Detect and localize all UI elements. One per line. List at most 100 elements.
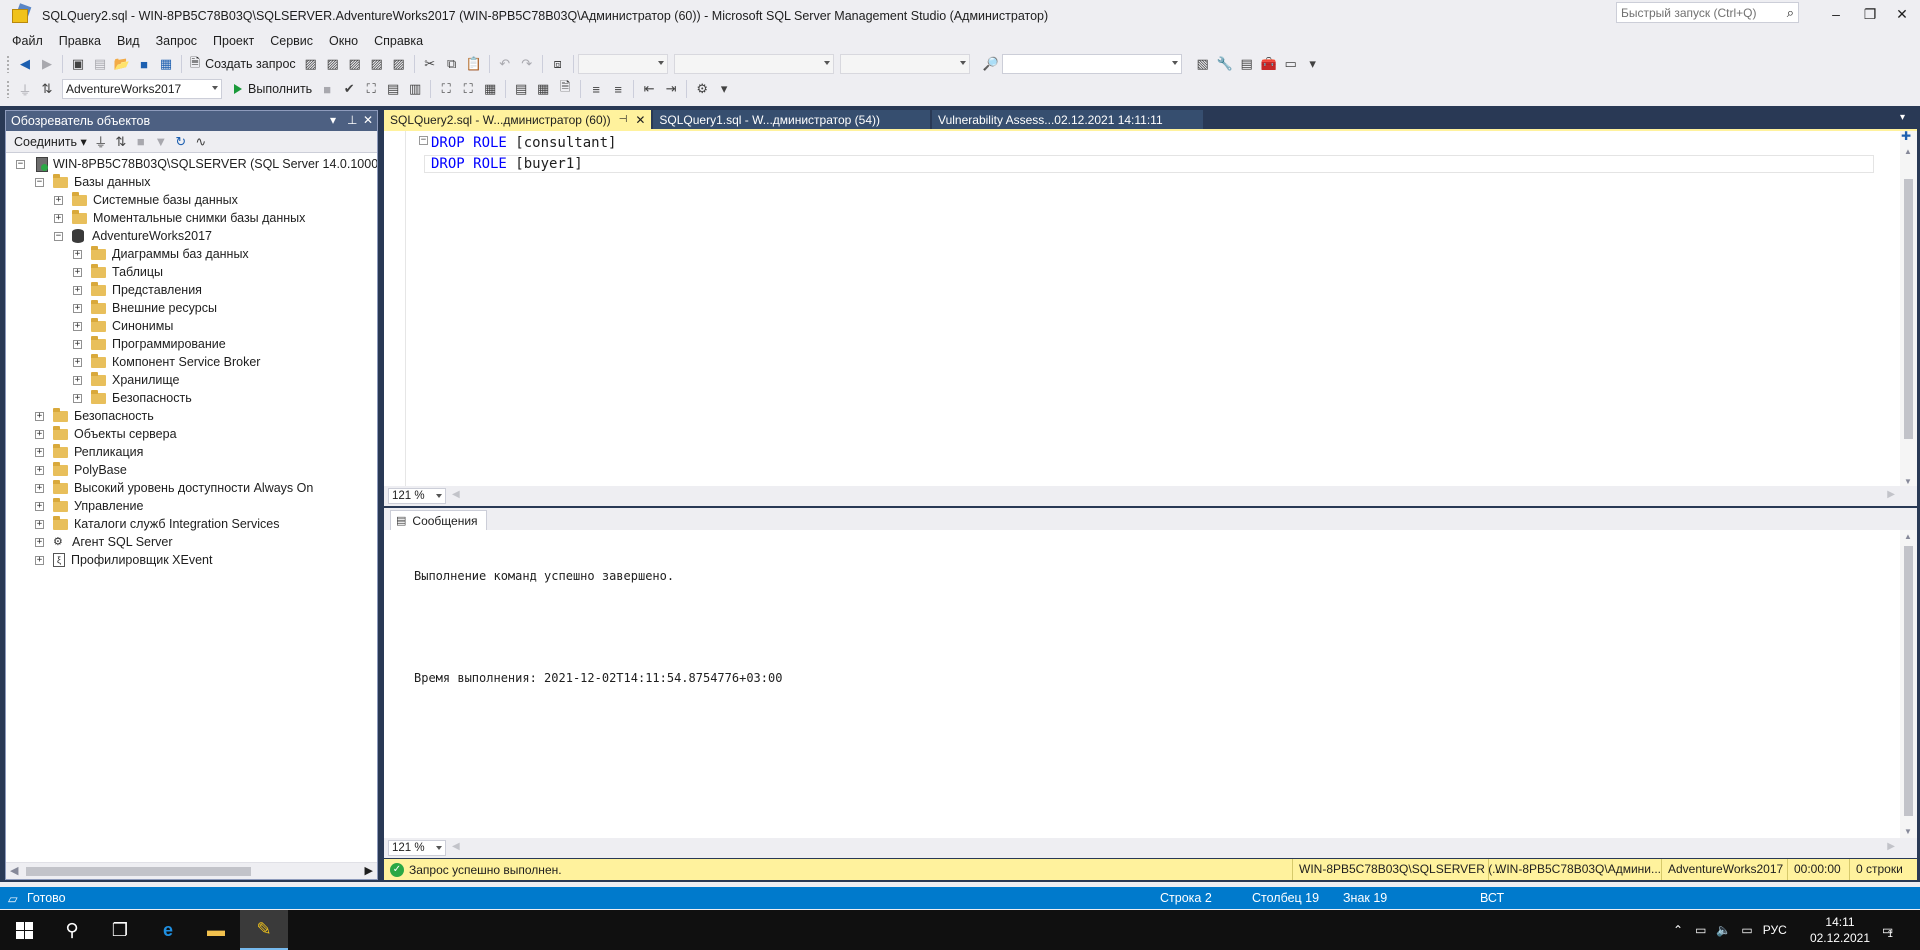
menu-project[interactable]: Проект [205,34,262,48]
database-combo[interactable]: AdventureWorks2017 [62,79,222,99]
expand-icon[interactable]: + [54,195,63,205]
connect-server-icon[interactable]: ⏚ [92,132,110,152]
tree-node[interactable]: − WIN-8PB5C78B03Q\SQLSERVER (SQL Server 1… [16,155,377,173]
clock[interactable]: 14:11 02.12.2021 [1810,914,1870,946]
scroll-up-icon[interactable]: ▲ [1904,532,1912,541]
activity-icon[interactable]: ∿ [192,132,210,152]
decrease-indent-icon[interactable]: ⇤ [639,79,659,99]
tree-node[interactable]: + Синонимы [73,317,173,335]
specify-values-icon[interactable]: ⚙ [692,79,712,99]
tree-node[interactable]: + Программирование [73,335,226,353]
results-scroll-thumb[interactable] [1904,546,1913,816]
start-button[interactable] [0,910,48,950]
expand-icon[interactable]: + [35,411,44,421]
config-combo[interactable] [577,54,668,74]
tree-node[interactable]: + Высокий уровень доступности Always On [35,479,313,497]
properties-icon[interactable]: 🔧 [1215,54,1235,74]
hscroll-left-icon[interactable]: ◀ [452,841,460,852]
ssms-taskbar-icon[interactable]: ✎ [240,910,288,950]
copy-icon[interactable]: ⧉ [442,54,462,74]
results-to-file-icon[interactable]: 🗎 [555,79,575,99]
activity-monitor-icon[interactable]: ⧈ [548,54,568,74]
connect-icon[interactable]: ⏚ [15,79,35,99]
show-hidden-icons-icon[interactable]: ⌃ [1673,923,1683,937]
tree-node[interactable]: + ξ Профилировщик XEvent [35,551,213,569]
toolbar-grip-2[interactable] [6,80,10,98]
menu-help[interactable]: Справка [366,34,431,48]
tree-node[interactable]: + Управление [35,497,144,515]
tree-node[interactable]: + Репликация [35,443,143,461]
close-tab-icon[interactable]: ✕ [635,113,645,127]
file-explorer-icon[interactable]: ▬ [192,910,240,950]
object-explorer-hscrollbar[interactable]: ◀ ▶ [6,862,377,879]
editor-scroll-thumb[interactable] [1904,179,1913,439]
search-icon[interactable]: ⌕ [1787,5,1794,21]
close-window-button[interactable]: ✕ [1888,4,1916,24]
cancel-execution-icon[interactable]: ■ [317,79,337,99]
uncomment-icon[interactable]: ≡ [608,79,628,99]
tree-node[interactable]: − Базы данных [35,173,151,191]
pin-tab-icon[interactable]: ⊣ [619,114,628,125]
tree-node[interactable]: + Безопасность [35,407,154,425]
scroll-thumb[interactable] [26,867,251,876]
save-all-icon[interactable]: ▦ [156,54,176,74]
platform-combo[interactable] [673,54,834,74]
tree-node[interactable]: − AdventureWorks2017 [54,227,212,245]
client-stats-icon[interactable]: ▦ [480,79,500,99]
menu-query[interactable]: Запрос [148,34,205,48]
expand-icon[interactable]: + [73,375,82,385]
solution-combo[interactable] [839,54,970,74]
editor-vscrollbar[interactable]: ✚ ▲ ▼ [1900,129,1917,488]
tree-node[interactable]: + Внешние ресурсы [73,299,217,317]
tree-node[interactable]: + Объекты сервера [35,425,177,443]
include-actual-plan-icon[interactable]: ⛶ [436,79,456,99]
add-item-icon[interactable]: ▤ [90,54,110,74]
expand-icon[interactable]: + [73,357,82,367]
template-explorer-icon[interactable]: ▤ [1237,54,1257,74]
tree-node[interactable]: + Таблицы [73,263,163,281]
open-file-icon[interactable]: 📂 [112,54,132,74]
expand-icon[interactable]: + [73,249,82,259]
expand-icon[interactable]: + [54,213,63,223]
save-icon[interactable]: ■ [134,54,154,74]
tree-node[interactable]: + Каталоги служб Integration Services [35,515,279,533]
tree-node[interactable]: + PolyBase [35,461,127,479]
xmla-query-icon[interactable]: ▨ [345,54,365,74]
toolbar-grip[interactable] [6,55,10,73]
new-query-button[interactable]: 🗎 Создать запрос [186,54,300,75]
cut-icon[interactable]: ✂ [420,54,440,74]
expand-icon[interactable]: + [35,447,44,457]
expand-icon[interactable]: + [35,501,44,511]
tree-node[interactable]: + Представления [73,281,202,299]
collapse-icon[interactable]: − [35,177,44,187]
menu-window[interactable]: Окно [321,34,366,48]
editor-zoom-combo[interactable]: 121 % [388,488,446,504]
tree-node[interactable]: + Диаграммы баз данных [73,245,249,263]
scroll-left-icon[interactable]: ◀ [10,864,18,877]
forward-icon[interactable]: ▶ [37,54,57,74]
stop-icon[interactable]: ■ [132,132,150,152]
expand-icon[interactable]: + [73,393,82,403]
dax-query-icon[interactable]: ▨ [367,54,387,74]
scroll-up-icon[interactable]: ▲ [1904,147,1912,156]
expand-icon[interactable]: + [35,519,44,529]
query-editor[interactable]: − DROP ROLE [consultant] DROP ROLE [buye… [384,129,1917,506]
find-icon[interactable]: 🔎 [981,54,1001,74]
expand-icon[interactable]: + [35,429,44,439]
scroll-down-icon[interactable]: ▼ [1904,827,1912,836]
hscroll-left-icon[interactable]: ◀ [452,489,460,500]
internet-explorer-icon[interactable]: e [144,910,192,950]
results-to-text-icon[interactable]: ▤ [511,79,531,99]
expand-icon[interactable]: + [73,321,82,331]
search-taskbar-icon[interactable]: ⚲ [48,910,96,950]
tab-list-dropdown-icon[interactable]: ▾ [1900,112,1905,123]
hscroll-right-icon[interactable]: ▶ [1887,489,1895,500]
code-area[interactable]: DROP ROLE [consultant] DROP ROLE [buyer1… [431,133,616,175]
expand-icon[interactable]: + [73,285,82,295]
collapse-region-icon[interactable]: − [419,136,428,145]
tree-node[interactable]: + Безопасность [73,389,192,407]
menu-edit[interactable]: Правка [51,34,109,48]
close-panel-icon[interactable]: ✕ [363,113,373,127]
back-icon[interactable]: ◀ [15,54,35,74]
analysis-query-icon[interactable]: ▨ [389,54,409,74]
